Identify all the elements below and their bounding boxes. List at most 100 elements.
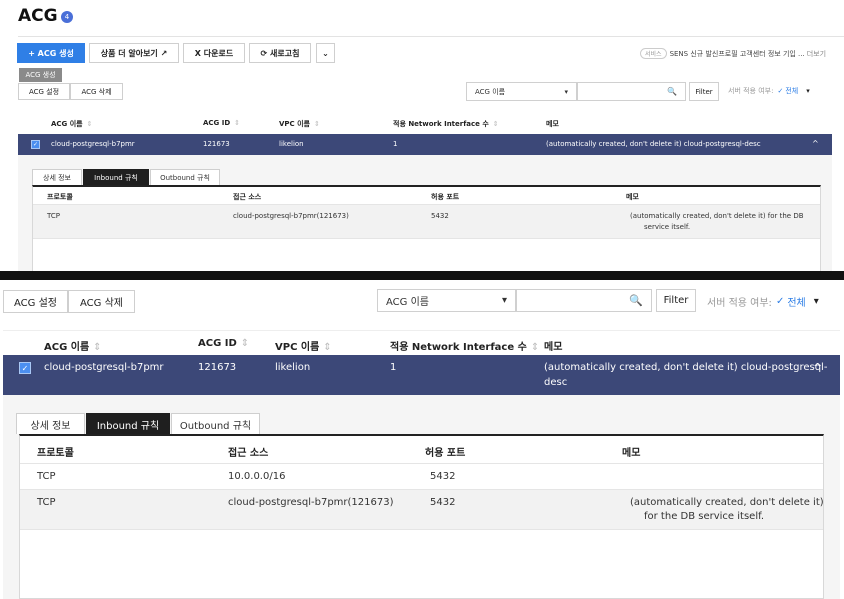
- chevron-down-icon: ▾: [564, 87, 568, 96]
- chevron-down-icon: ▾: [501, 295, 507, 306]
- tab-inbound-rules[interactable]: Inbound 규칙: [83, 169, 149, 185]
- rule-col-source: 접근 소스: [233, 193, 262, 201]
- table-row: TCP 10.0.0.0/16 5432: [20, 464, 823, 490]
- row-nic-count: 1: [393, 140, 398, 148]
- filter-status-label: 서버 적용 여부:: [728, 87, 774, 95]
- rule-protocol: TCP: [37, 471, 56, 482]
- sort-icon: ⇕: [240, 338, 250, 349]
- top-screenshot-pane: ACG 4 + ACG 생성 상품 더 알아보기 ↗ X 다운로드 ⟳ 새로고침…: [0, 0, 844, 271]
- filter-button[interactable]: Filter: [656, 289, 696, 312]
- filter-button[interactable]: Filter: [689, 82, 719, 101]
- row-acg-id: 121673: [198, 362, 237, 373]
- collapse-icon[interactable]: ^: [813, 361, 822, 374]
- create-acg-button[interactable]: + ACG 생성: [17, 43, 85, 63]
- tab-detail-info[interactable]: 상세 정보: [32, 169, 82, 185]
- rule-col-source: 접근 소스: [228, 448, 269, 459]
- sort-icon: ⇕: [234, 119, 241, 127]
- server-apply-filter[interactable]: 서버 적용 여부: ✓ 전체 ▾: [728, 86, 810, 96]
- filter-status-label: 서버 적용 여부:: [707, 298, 772, 309]
- rule-col-protocol: 프로토콜: [37, 448, 74, 459]
- server-apply-filter[interactable]: 서버 적용 여부: ✓ 전체 ▾: [707, 294, 819, 309]
- col-acg-id[interactable]: ACG ID ⇕: [203, 119, 240, 127]
- rule-memo-line1: (automatically created, don't delete it)…: [630, 212, 804, 220]
- col-acg-name[interactable]: ACG 이름 ⇕: [51, 119, 93, 129]
- inbound-rules-table: 프로토콜 접근 소스 허용 포트 메모 TCP cloud-postgresql…: [32, 185, 821, 271]
- acg-delete-button[interactable]: ACG 삭제: [70, 83, 123, 100]
- tab-outbound-rules[interactable]: Outbound 규칙: [150, 169, 220, 185]
- acg-settings-button[interactable]: ACG 설정: [3, 290, 68, 313]
- tab-outbound-rules[interactable]: Outbound 규칙: [171, 413, 260, 434]
- row-vpc: likelion: [275, 362, 311, 373]
- col-nic-count[interactable]: 적용 Network Interface 수 ⇕: [390, 338, 539, 353]
- search-input[interactable]: 🔍: [516, 289, 652, 312]
- rule-memo-line2: service itself.: [644, 223, 691, 231]
- col-memo: 메모: [544, 342, 563, 353]
- table-header: ACG 이름 ⇕ ACG ID ⇕ VPC 이름 ⇕ 적용 Network Inter…: [18, 114, 832, 134]
- check-icon: ✓: [775, 296, 785, 307]
- notice-more-link[interactable]: 더보기: [807, 50, 826, 58]
- table-row: TCP cloud-postgresql-b7pmr(121673) 5432 …: [33, 205, 820, 239]
- notice-badge: 서비스: [640, 48, 667, 59]
- search-field-select[interactable]: ACG 이름 ▾: [466, 82, 577, 101]
- row-checkbox[interactable]: ✓: [31, 140, 40, 149]
- row-vpc: likelion: [279, 140, 304, 148]
- collapse-icon[interactable]: ^: [812, 139, 819, 148]
- tab-inbound-rules[interactable]: Inbound 규칙: [86, 413, 170, 434]
- tab-detail-info[interactable]: 상세 정보: [16, 413, 85, 434]
- table-row-selected[interactable]: ✓ cloud-postgresql-b7pmr 121673 likelion…: [18, 134, 832, 155]
- col-vpc-name[interactable]: VPC 이름 ⇕: [275, 338, 332, 353]
- chevron-down-icon: ▾: [813, 296, 819, 307]
- col-nic-count[interactable]: 적용 Network Interface 수 ⇕: [393, 119, 499, 129]
- rule-protocol: TCP: [47, 212, 60, 220]
- search-field-value: ACG 이름: [386, 297, 429, 308]
- col-acg-name[interactable]: ACG 이름 ⇕: [44, 338, 102, 353]
- rules-header: 프로토콜 접근 소스 허용 포트 메모: [20, 436, 823, 464]
- check-icon: ✓: [777, 87, 784, 95]
- filter-status-value: 전체: [785, 87, 799, 95]
- acg-settings-button[interactable]: ACG 설정: [18, 83, 70, 100]
- row-checkbox[interactable]: ✓: [19, 362, 31, 374]
- notice-banner[interactable]: 서비스 SENS 신규 발신프로필 고객센터 정보 기입 ... 더보기: [640, 48, 826, 59]
- sort-icon: ⇕: [93, 342, 102, 353]
- info-icon[interactable]: 4: [61, 11, 73, 23]
- search-icon[interactable]: 🔍: [629, 294, 643, 307]
- table-row-selected[interactable]: ✓ cloud-postgresql-b7pmr 121673 likelion…: [3, 355, 840, 395]
- title-divider: [18, 36, 844, 37]
- sort-icon: ⇕: [86, 120, 93, 128]
- rule-port: 5432: [430, 471, 456, 482]
- screenshot-divider: [0, 271, 844, 280]
- download-button[interactable]: X 다운로드: [183, 43, 245, 63]
- more-dropdown-button[interactable]: ⌄: [316, 43, 335, 63]
- acg-delete-button[interactable]: ACG 삭제: [68, 290, 135, 313]
- table-header: ACG 이름 ⇕ ACG ID ⇕ VPC 이름 ⇕ 적용 Network Inter…: [3, 330, 840, 355]
- rule-port: 5432: [430, 497, 456, 508]
- col-vpc-name[interactable]: VPC 이름 ⇕: [279, 119, 320, 129]
- col-acg-id[interactable]: ACG ID ⇕: [198, 338, 249, 349]
- rule-memo-line2: for the DB service itself.: [644, 511, 765, 522]
- search-field-select[interactable]: ACG 이름 ▾: [377, 289, 516, 312]
- refresh-button[interactable]: ⟳ 새로고침: [249, 43, 311, 63]
- rule-source: 10.0.0.0/16: [228, 471, 286, 482]
- row-memo-line1: (automatically created, don't delete it)…: [544, 362, 828, 373]
- page-title: ACG: [18, 6, 58, 26]
- rule-protocol: TCP: [37, 497, 56, 508]
- create-tooltip: ACG 생성: [19, 68, 62, 82]
- row-memo-line2: desc: [544, 377, 568, 388]
- row-acg-name: cloud-postgresql-b7pmr: [44, 362, 164, 373]
- chevron-down-icon: ▾: [806, 87, 810, 95]
- notice-text[interactable]: SENS 신규 발신프로필 고객센터 정보 기입 ...: [670, 50, 805, 58]
- rule-port: 5432: [431, 212, 449, 220]
- search-input[interactable]: 🔍: [577, 82, 686, 101]
- filter-status-value: 전체: [787, 298, 806, 309]
- rule-memo-line1: (automatically created, don't delete it): [630, 497, 824, 508]
- search-icon[interactable]: 🔍: [667, 87, 677, 96]
- rule-source: cloud-postgresql-b7pmr(121673): [228, 497, 394, 508]
- learn-more-button[interactable]: 상품 더 알아보기 ↗: [89, 43, 179, 63]
- bottom-screenshot-pane: ACG 설정 ACG 삭제 ACG 이름 ▾ 🔍 Filter 서버 적용 여부…: [0, 280, 844, 599]
- rule-col-port: 허용 포트: [431, 193, 460, 201]
- sort-icon: ⇕: [314, 120, 320, 128]
- table-row: TCP cloud-postgresql-b7pmr(121673) 5432 …: [20, 490, 824, 530]
- rule-col-memo: 메모: [622, 448, 641, 459]
- rule-source: cloud-postgresql-b7pmr(121673): [233, 212, 349, 220]
- sort-icon: ⇕: [323, 342, 332, 353]
